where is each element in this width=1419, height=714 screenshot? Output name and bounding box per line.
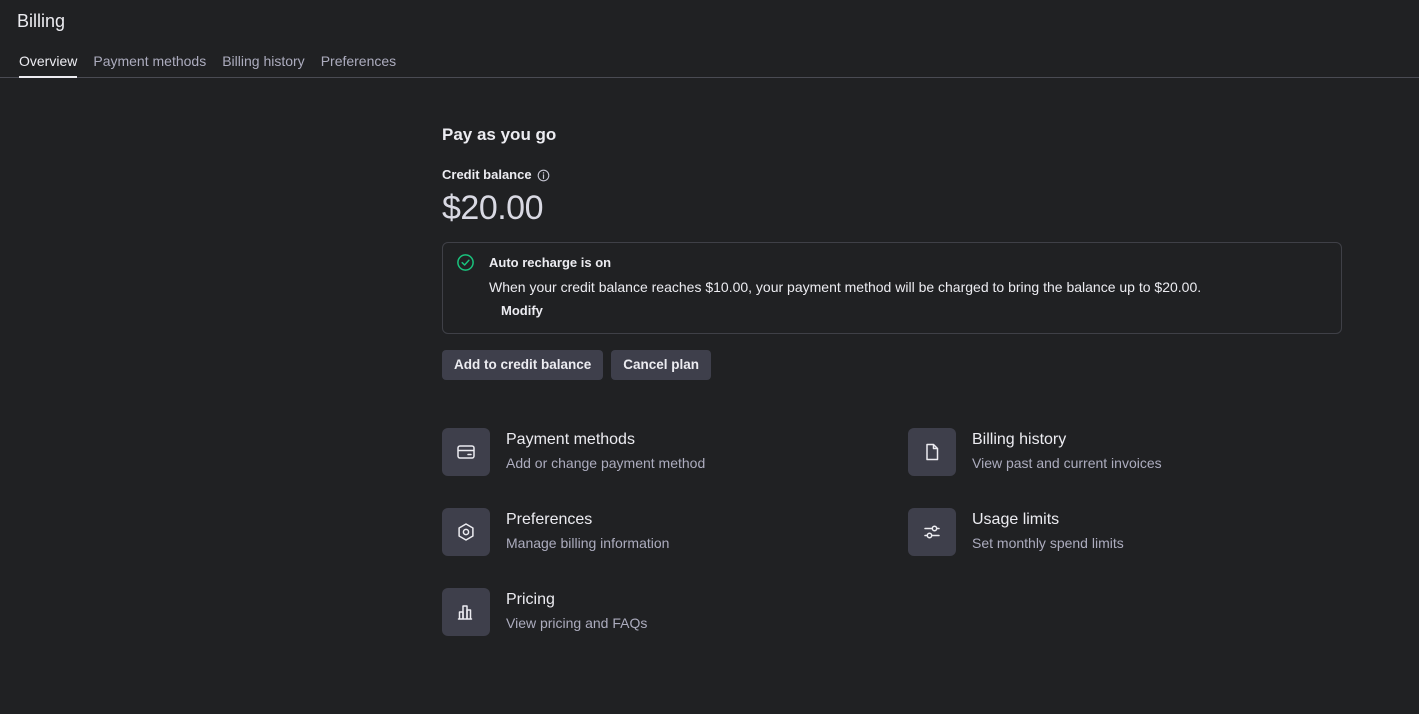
page-header: Billing Overview Payment methods Billing… [0, 0, 1419, 78]
card-title: Billing history [972, 431, 1067, 448]
tab-preferences[interactable]: Preferences [321, 51, 396, 77]
auto-recharge-notice: Auto recharge is on When your credit bal… [442, 242, 1342, 334]
modify-auto-recharge-button[interactable]: Modify [501, 302, 543, 320]
tab-payment-methods[interactable]: Payment methods [93, 51, 206, 77]
document-icon [908, 428, 956, 476]
card-title: Preferences [506, 511, 593, 528]
card-usage-limits[interactable]: Usage limits Set monthly spend limits [908, 508, 1338, 556]
cancel-plan-button[interactable]: Cancel plan [611, 350, 712, 380]
card-subtitle: View past and current invoices [972, 455, 1162, 471]
plan-actions: Add to credit balance Cancel plan [442, 350, 712, 380]
plan-title: Pay as you go [442, 125, 557, 144]
card-payment-methods[interactable]: Payment methods Add or change payment me… [442, 428, 872, 476]
card-pricing[interactable]: Pricing View pricing and FAQs [442, 588, 872, 636]
card-subtitle: Set monthly spend limits [972, 535, 1124, 551]
card-subtitle: Add or change payment method [506, 455, 706, 471]
card-billing-history[interactable]: Billing history View past and current in… [908, 428, 1338, 476]
bar-chart-icon [442, 588, 490, 636]
auto-recharge-description: When your credit balance reaches $10.00,… [489, 279, 1202, 295]
add-credit-button[interactable]: Add to credit balance [442, 350, 604, 380]
tab-billing-history[interactable]: Billing history [222, 51, 304, 77]
page-title: Billing [17, 11, 66, 31]
credit-balance-label: Credit balance [442, 167, 532, 182]
auto-recharge-title: Auto recharge is on [489, 255, 612, 270]
sliders-icon [908, 508, 956, 556]
check-circle-icon [456, 253, 475, 272]
credit-balance-amount: $20.00 [442, 189, 544, 227]
card-title: Usage limits [972, 511, 1060, 528]
info-icon[interactable] [537, 169, 550, 182]
card-subtitle: Manage billing information [506, 535, 670, 551]
card-preferences[interactable]: Preferences Manage billing information [442, 508, 872, 556]
credit-card-icon [442, 428, 490, 476]
tab-overview[interactable]: Overview [19, 51, 78, 78]
card-title: Payment methods [506, 431, 635, 448]
gear-icon [442, 508, 490, 556]
credit-balance-label-row: Credit balance [442, 166, 550, 184]
tab-bar: Overview Payment methods Billing history… [19, 51, 396, 78]
card-subtitle: View pricing and FAQs [506, 615, 648, 631]
card-title: Pricing [506, 591, 555, 608]
